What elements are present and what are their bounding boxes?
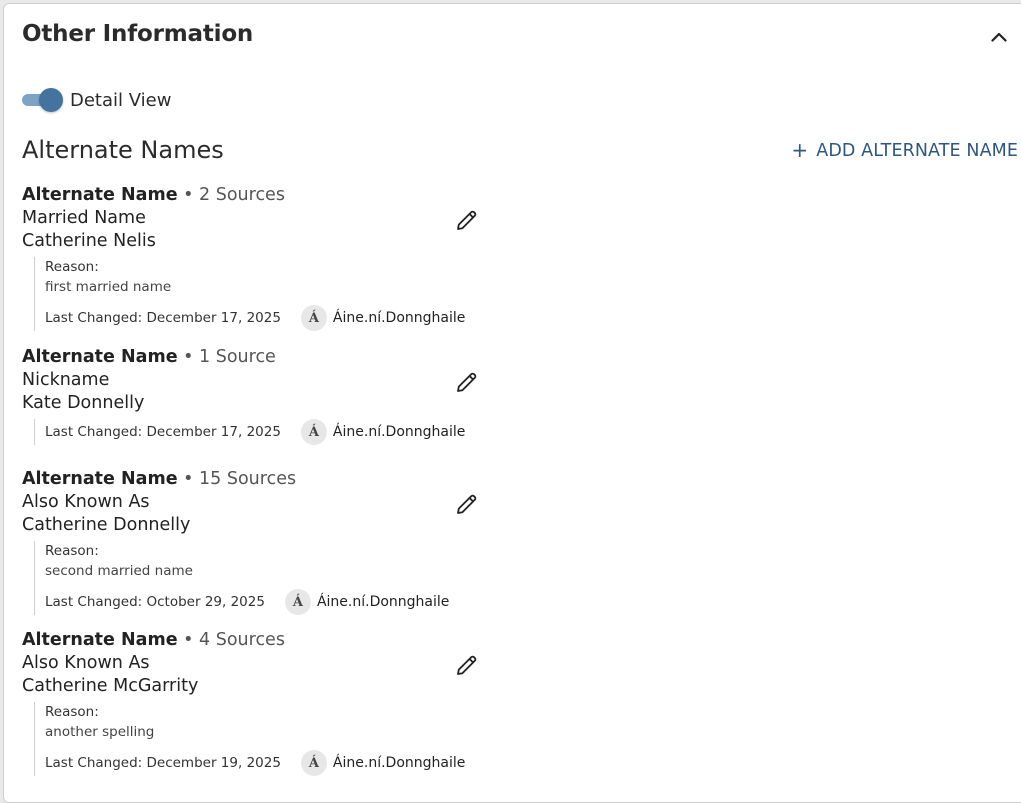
entry-header: Alternate Name • 2 Sources: [22, 184, 492, 207]
reason-label: Reason:: [45, 704, 99, 720]
entry-header: Alternate Name • 1 Source: [22, 346, 492, 369]
last-changed-row: Last Changed: December 17, 2025 Á Áine.n…: [45, 305, 492, 331]
entry-header: Alternate Name • 4 Sources: [22, 629, 492, 652]
entry-name: Catherine McGarrity: [22, 676, 199, 696]
detail-view-row: Detail View: [22, 88, 171, 112]
reason-value: second married name: [45, 563, 193, 579]
section-title: Other Information: [22, 21, 254, 47]
detail-view-toggle[interactable]: [22, 88, 63, 112]
alternate-names-heading: Alternate Names: [22, 136, 224, 164]
edit-button[interactable]: [454, 369, 480, 395]
edit-button[interactable]: [454, 491, 480, 517]
last-changed-row: Last Changed: December 19, 2025 Á Áine.n…: [45, 750, 492, 776]
entry-header: Alternate Name • 15 Sources: [22, 468, 492, 491]
entry-sources-link[interactable]: • 1 Source: [183, 347, 276, 367]
last-changed-row: Last Changed: December 17, 2025 Á Áine.n…: [45, 419, 492, 445]
alternate-name-entry: Alternate Name • 1 Source Nickname Kate …: [22, 346, 492, 445]
last-changed-row: Last Changed: October 29, 2025 Á Áine.ní…: [45, 589, 492, 615]
reason-label: Reason:: [45, 259, 99, 275]
reason-label: Reason:: [45, 543, 99, 559]
alternate-name-entry: Alternate Name • 4 Sources Also Known As…: [22, 629, 492, 776]
alternate-name-entry: Alternate Name • 2 Sources Married Name …: [22, 184, 492, 331]
reason-value: another spelling: [45, 724, 155, 740]
entry-name: Kate Donnelly: [22, 393, 145, 413]
detail-view-label: Detail View: [70, 89, 172, 111]
collapse-button[interactable]: [986, 24, 1012, 50]
avatar: Á: [300, 419, 327, 445]
entry-sources-link[interactable]: • 2 Sources: [183, 185, 285, 205]
entry-name-type: Also Known As: [22, 492, 150, 512]
entry-type: Alternate Name: [22, 630, 178, 650]
entry-sources-link[interactable]: • 15 Sources: [183, 469, 296, 489]
entry-name: Catherine Donnelly: [22, 515, 191, 535]
pencil-icon: [457, 494, 477, 514]
toggle-knob: [39, 88, 63, 112]
add-alternate-name-button[interactable]: + ADD ALTERNATE NAME: [791, 138, 1018, 162]
alternate-name-entry: Alternate Name • 15 Sources Also Known A…: [22, 468, 492, 615]
reason-value: first married name: [45, 279, 172, 295]
pencil-icon: [457, 372, 477, 392]
entry-details: Reason: first married name Last Changed:…: [34, 257, 492, 331]
entry-details: Reason: another spelling Last Changed: D…: [34, 702, 492, 776]
last-changed-text: Last Changed: December 17, 2025: [45, 424, 281, 440]
entry-type: Alternate Name: [22, 185, 178, 205]
entry-name-type: Nickname: [22, 370, 110, 390]
avatar: Á: [284, 589, 311, 615]
pencil-icon: [457, 655, 477, 675]
other-information-panel: Other Information Detail View Alternate …: [3, 3, 1021, 803]
contributor-link[interactable]: Áine.ní.Donnghaile: [333, 424, 465, 440]
last-changed-text: Last Changed: December 19, 2025: [45, 755, 281, 771]
avatar: Á: [300, 750, 327, 776]
entry-sources-link[interactable]: • 4 Sources: [183, 630, 285, 650]
entry-name-type: Married Name: [22, 208, 146, 228]
entry-name-type: Also Known As: [22, 653, 150, 673]
edit-button[interactable]: [454, 207, 480, 233]
chevron-up-icon: [991, 32, 1007, 42]
avatar: Á: [300, 305, 327, 331]
contributor-link[interactable]: Áine.ní.Donnghaile: [333, 755, 465, 771]
contributor-link[interactable]: Áine.ní.Donnghaile: [333, 310, 465, 326]
last-changed-text: Last Changed: October 29, 2025: [45, 594, 265, 610]
pencil-icon: [457, 210, 477, 230]
entry-type: Alternate Name: [22, 347, 178, 367]
last-changed-text: Last Changed: December 17, 2025: [45, 310, 281, 326]
edit-button[interactable]: [454, 652, 480, 678]
entry-name: Catherine Nelis: [22, 231, 156, 251]
entry-details: Last Changed: December 17, 2025 Á Áine.n…: [34, 419, 492, 445]
add-alternate-name-label: ADD ALTERNATE NAME: [816, 141, 1018, 161]
plus-icon: +: [791, 138, 809, 162]
entry-details: Reason: second married name Last Changed…: [34, 541, 492, 615]
entry-type: Alternate Name: [22, 469, 178, 489]
contributor-link[interactable]: Áine.ní.Donnghaile: [317, 594, 449, 610]
